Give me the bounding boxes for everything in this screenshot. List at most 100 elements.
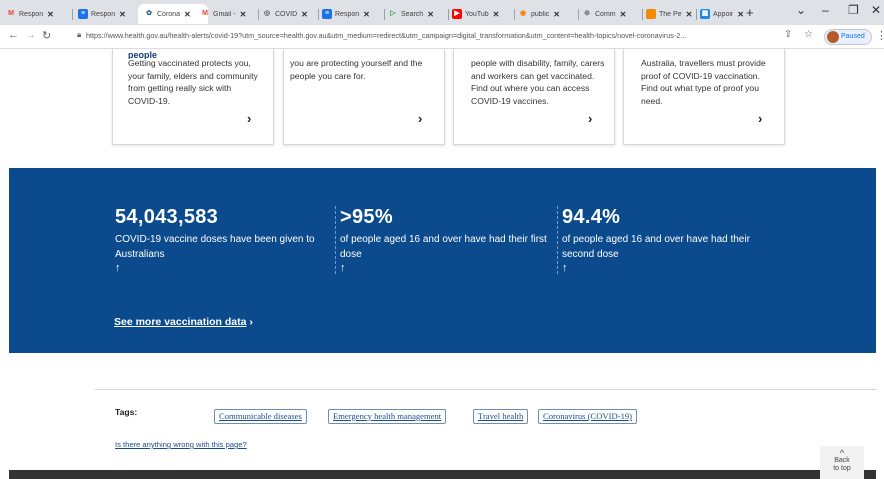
tag-link[interactable]: Emergency health management [328, 409, 447, 424]
globe-icon: ◎ [263, 10, 271, 17]
stat-description: COVID-19 vaccine doses have been given t… [115, 234, 315, 260]
browser-tab[interactable]: ▶ YouTub ✕ [452, 4, 514, 24]
back-to-top-label: to top [833, 464, 851, 472]
chevron-right-icon[interactable]: › [758, 111, 762, 126]
stat-value: 54,043,583 [115, 206, 219, 228]
browser-tab[interactable]: ◉ public ✕ [518, 4, 578, 24]
close-icon[interactable]: ✕ [47, 10, 54, 19]
see-more-vaccination-link[interactable]: See more vaccination data › [114, 316, 253, 328]
tab-label: public [531, 10, 550, 18]
arrow-up-icon: ↑ [340, 262, 346, 274]
browser-tab[interactable]: ≡ Respon ✕ [78, 4, 142, 24]
browser-tab[interactable]: ▷ Search ✕ [388, 4, 448, 24]
back-arrow-icon[interactable]: ← [8, 29, 19, 41]
browser-tab[interactable]: The Pe ✕ [646, 4, 696, 24]
tab-label: Respon [335, 10, 360, 18]
browser-tab[interactable]: M Respon ✕ [6, 4, 70, 24]
profile-status-label: Paused [841, 33, 865, 40]
browser-tab-active[interactable]: ✿ Corona ✕ [138, 4, 208, 24]
chevron-right-icon[interactable]: › [247, 111, 251, 126]
tab-label: Comm [595, 10, 616, 18]
tags-label: Tags: [115, 407, 138, 417]
stat-description: of people aged 16 and over have had thei… [340, 234, 547, 260]
chevron-right-icon[interactable]: › [588, 111, 592, 126]
browser-tab[interactable]: ≡ Respon ✕ [322, 4, 384, 24]
restore-icon[interactable]: ❐ [848, 3, 859, 17]
orange-square-icon [646, 9, 656, 19]
card-text: Getting vaccinated protects you, your fa… [128, 58, 258, 106]
tag-link[interactable]: Coronavirus (COVID-19) [538, 409, 638, 424]
window-close-icon[interactable]: ✕ [871, 3, 881, 17]
card-text: Australia, travellers must provide proof… [641, 58, 766, 106]
gov-crest-icon: ✿ [146, 10, 152, 17]
page-content: people Getting vaccinated protects you, … [0, 49, 884, 479]
close-icon[interactable]: ✕ [493, 10, 500, 19]
vaccination-stats-band: 54,043,583 COVID-19 vaccine doses have b… [9, 168, 876, 353]
close-icon[interactable]: ✕ [363, 10, 370, 19]
divider [95, 389, 877, 390]
close-icon[interactable]: ✕ [620, 10, 627, 19]
close-icon[interactable]: ✕ [737, 10, 744, 19]
stat-value: >95% [340, 206, 393, 228]
tab-label: Gmail - [213, 10, 236, 18]
new-tab-icon[interactable]: + [746, 5, 754, 20]
forms-icon: ≡ [322, 9, 332, 19]
share-icon[interactable]: ⇪ [784, 29, 792, 40]
stat-description: of people aged 16 and over have had thei… [562, 234, 750, 260]
profile-paused-button[interactable]: Paused [824, 29, 872, 45]
arrow-up-icon: ↑ [562, 262, 568, 274]
tab-search-chevron-icon[interactable]: ⌄ [796, 3, 806, 17]
browser-tab[interactable]: ⊚ Comm ✕ [582, 4, 642, 24]
tag-link[interactable]: Travel health [473, 409, 529, 424]
close-icon[interactable]: ✕ [427, 10, 434, 19]
tab-label: Respon [19, 10, 44, 18]
lock-icon: 🔒︎ [77, 30, 82, 39]
browser-tab[interactable]: M Gmail - ✕ [200, 4, 258, 24]
close-icon[interactable]: ✕ [184, 10, 191, 19]
see-more-label[interactable]: See more vaccination data [114, 316, 246, 328]
chevron-up-icon: ^ [839, 448, 845, 458]
info-card[interactable]: people with disability, family, carers a… [453, 49, 615, 145]
gmail-icon: M [8, 10, 14, 17]
stat-value: 94.4% [562, 206, 621, 228]
back-to-top-button[interactable]: ^ Back to top [820, 446, 864, 479]
footer-bar [9, 470, 876, 479]
calendar-icon: ▦ [700, 9, 710, 19]
avatar [827, 31, 839, 43]
search-icon: ▷ [390, 10, 396, 17]
youtube-icon: ▶ [452, 9, 462, 19]
info-card[interactable]: you are protecting yourself and the peop… [283, 49, 445, 145]
tab-label: COVID [275, 10, 298, 18]
arrow-up-icon: ↑ [115, 262, 121, 274]
bookmark-star-icon[interactable]: ☆ [804, 29, 813, 40]
card-text: people with disability, family, carers a… [471, 58, 605, 106]
menu-kebab-icon[interactable]: ⋮ [876, 29, 884, 42]
close-icon[interactable]: ✕ [119, 10, 126, 19]
close-icon[interactable]: ✕ [301, 10, 308, 19]
forward-arrow-icon[interactable]: → [25, 29, 36, 41]
tab-label: Search [401, 10, 424, 18]
stat-second-dose: 94.4% of people aged 16 and over have ha… [557, 206, 780, 274]
card-text: you are protecting yourself and the peop… [290, 58, 423, 81]
tab-label: YouTub [465, 10, 489, 18]
address-bar-row: ← → ↻ 🔒︎ https://www.health.gov.au/healt… [0, 25, 884, 49]
tab-label: The Pe [659, 10, 682, 18]
chevron-right-icon[interactable]: › [418, 111, 422, 126]
forms-icon: ≡ [78, 9, 88, 19]
reload-icon[interactable]: ↻ [42, 29, 51, 42]
info-card[interactable]: Australia, travellers must provide proof… [623, 49, 785, 145]
browser-tab[interactable]: ◎ COVID ✕ [262, 4, 318, 24]
stat-first-dose: >95% of people aged 16 and over have had… [335, 206, 558, 274]
tag-link[interactable]: Communicable diseases [214, 409, 307, 424]
tab-label: Respon [91, 10, 116, 18]
tab-label: Corona [157, 10, 180, 18]
minimize-icon[interactable]: – [822, 3, 829, 17]
close-icon[interactable]: ✕ [553, 10, 560, 19]
browser-tab[interactable]: ▦ Appoir ✕ [700, 4, 748, 24]
info-card[interactable]: people Getting vaccinated protects you, … [112, 49, 274, 145]
report-page-issue-link[interactable]: Is there anything wrong with this page? [115, 440, 247, 449]
close-icon[interactable]: ✕ [240, 10, 247, 19]
url-field[interactable]: https://www.health.gov.au/health-alerts/… [86, 31, 786, 40]
browser-tab-bar: M Respon ✕ ≡ Respon ✕ ✿ Corona ✕ M Gmail… [0, 0, 884, 25]
close-icon[interactable]: ✕ [686, 10, 693, 19]
